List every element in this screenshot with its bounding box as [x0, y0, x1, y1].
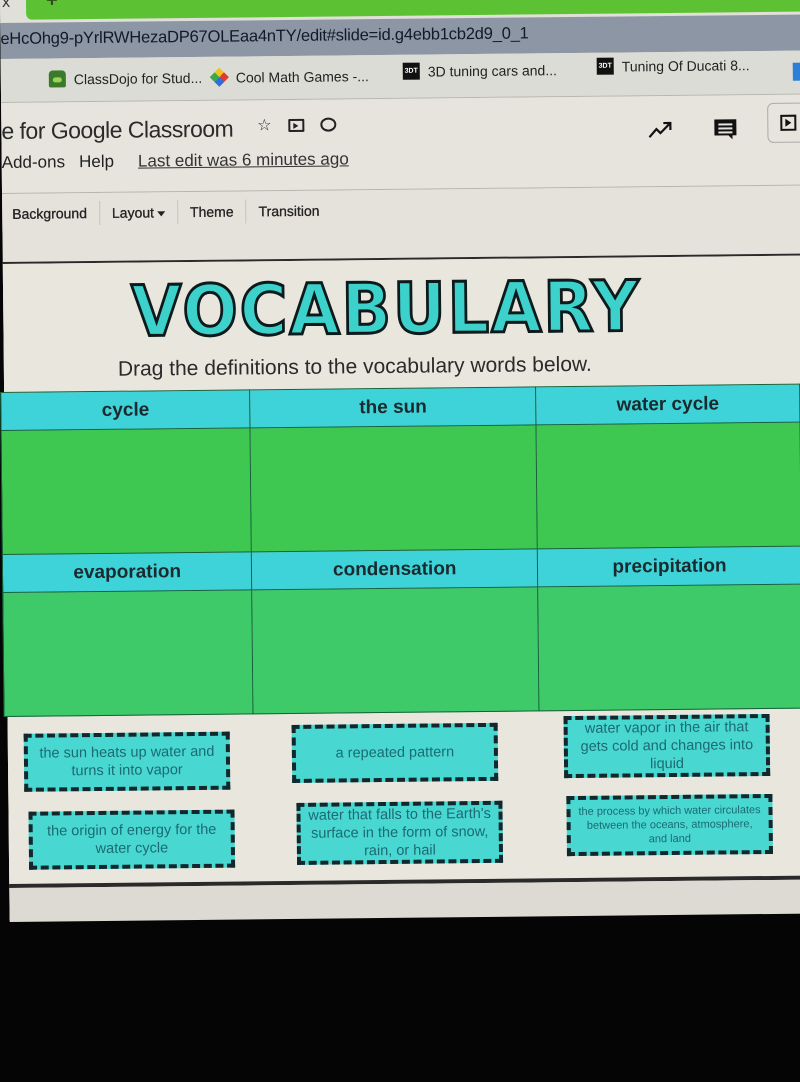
slide-title: VOCABULARY	[129, 264, 642, 354]
layout-label: Layout	[111, 204, 155, 221]
url-text[interactable]: eHcOhg9-pYrlRWHezaDP67OLEaa4nTY/edit#sli…	[0, 24, 528, 49]
coolmath-icon	[209, 67, 229, 87]
definition-card[interactable]: the process by which water circulates be…	[566, 793, 773, 857]
drop-zone-evaporation[interactable]	[2, 589, 254, 717]
document-title[interactable]: e for Google Classroom	[1, 116, 233, 145]
layout-button[interactable]: Layout	[99, 200, 179, 225]
definition-card[interactable]: water vapor in the air that gets cold an…	[563, 713, 771, 779]
comments-icon[interactable]	[713, 118, 737, 140]
header-actions	[647, 102, 800, 150]
bookmark-classdojo[interactable]: ClassDojo for Stud...	[48, 69, 203, 88]
bookmark-label: ClassDojo for Stud...	[73, 69, 203, 87]
drop-zone-water-cycle[interactable]	[536, 422, 800, 549]
title-icons: ☆	[255, 115, 337, 134]
vocabulary-table: cycle the sun water cycle evaporation co…	[0, 384, 800, 717]
definition-card[interactable]: the origin of energy for the water cycle	[28, 809, 236, 870]
cloud-status-icon[interactable]	[319, 115, 337, 133]
classdojo-icon	[48, 70, 66, 88]
definition-cards: the sun heats up water and turns it into…	[8, 713, 800, 870]
vocab-word-condensation: condensation	[251, 548, 538, 590]
present-button[interactable]	[767, 102, 800, 143]
move-to-folder-icon[interactable]	[287, 116, 305, 134]
definition-card[interactable]: a repeated pattern	[291, 722, 499, 783]
bookmark-ducati[interactable]: 3DT Tuning Of Ducati 8...	[596, 56, 750, 75]
definition-card[interactable]: the sun heats up water and turns it into…	[23, 731, 231, 792]
3dtuning-icon: 3DT	[596, 57, 614, 75]
screen: x + eHcOhg9-pYrlRWHezaDP67OLEaa4nTY/edit…	[0, 0, 800, 922]
vocab-word-cycle: cycle	[0, 389, 251, 431]
background-button[interactable]: Background	[12, 200, 101, 226]
present-icon	[780, 114, 797, 131]
speaker-notes-area	[9, 879, 800, 922]
menu-bar: Add-ons Help Last edit was 6 minutes ago	[2, 149, 349, 173]
drop-zone-the-sun[interactable]	[250, 424, 538, 552]
definition-card[interactable]: water that falls to the Earth's surface …	[296, 800, 504, 865]
activity-trend-icon[interactable]	[647, 120, 673, 140]
vocab-word-water-cycle: water cycle	[535, 384, 800, 425]
drop-zone-cycle[interactable]	[1, 427, 252, 555]
chevron-down-icon	[156, 211, 166, 217]
slide-toolbar: Background Layout Theme Transition	[2, 185, 800, 232]
3dtuning-icon: 3DT	[402, 62, 420, 80]
new-tab-icon[interactable]: +	[46, 0, 58, 13]
docs-header: e for Google Classroom ☆ Add-ons Help La…	[1, 94, 800, 193]
bookmark-label: Tuning Of Ducati 8...	[621, 56, 750, 74]
bookmark-overflow-icon[interactable]	[792, 62, 800, 81]
bookmark-label: 3D tuning cars and...	[427, 61, 558, 80]
close-tab-icon[interactable]: x	[2, 0, 10, 12]
vocab-word-the-sun: the sun	[250, 386, 537, 428]
bookmark-coolmath[interactable]: Cool Math Games -...	[209, 67, 369, 87]
vocab-word-evaporation: evaporation	[2, 551, 253, 593]
slide-canvas[interactable]: VOCABULARY Drag the definitions to the v…	[0, 255, 800, 884]
transition-button[interactable]: Transition	[246, 199, 331, 224]
vocab-word-precipitation: precipitation	[537, 546, 800, 587]
star-icon[interactable]: ☆	[255, 116, 273, 134]
menu-addons[interactable]: Add-ons	[2, 152, 66, 173]
last-edit-link[interactable]: Last edit was 6 minutes ago	[138, 149, 349, 171]
theme-button[interactable]: Theme	[177, 199, 247, 225]
slide-instructions: Drag the definitions to the vocabulary w…	[117, 352, 592, 381]
drop-zone-condensation[interactable]	[252, 586, 540, 714]
bookmark-3dtuning[interactable]: 3DT 3D tuning cars and...	[402, 61, 558, 80]
menu-help[interactable]: Help	[79, 152, 114, 172]
bookmark-label: Cool Math Games -...	[235, 67, 369, 86]
drop-zone-precipitation[interactable]	[537, 584, 800, 711]
